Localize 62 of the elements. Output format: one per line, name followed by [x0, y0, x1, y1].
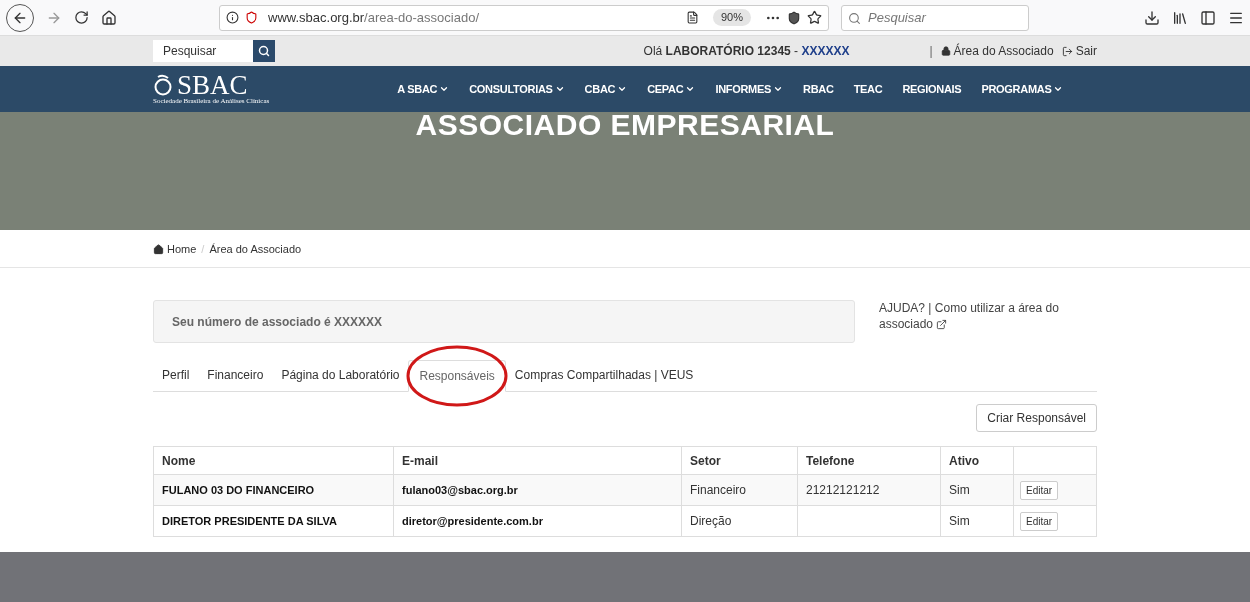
nav-link[interactable]: INFORMES: [715, 80, 784, 98]
tab[interactable]: Compras Compartilhadas | VEUS: [505, 359, 703, 391]
table-cell: FULANO 03 DO FINANCEIRO: [162, 484, 315, 496]
nav-link[interactable]: A SBAC: [397, 80, 450, 98]
nav-link[interactable]: CEPAC: [647, 80, 696, 98]
table-cell: diretor@presidente.com.br: [402, 515, 543, 527]
breadcrumb-separator: /: [201, 242, 205, 258]
column-header: Setor: [681, 446, 798, 475]
breadcrumb-link[interactable]: Área do Associado: [209, 241, 302, 258]
browser-search-field[interactable]: Pesquisar: [841, 4, 1029, 31]
breadcrumb-link[interactable]: Home: [153, 241, 197, 258]
home-icon: [153, 244, 164, 255]
nav-link[interactable]: CONSULTORIAS: [469, 80, 565, 98]
reload-icon[interactable]: [74, 10, 89, 25]
logout-icon: [1061, 45, 1073, 57]
table-cell: Financeiro: [690, 483, 747, 497]
home-icon[interactable]: [101, 9, 117, 26]
column-header: Telefone: [797, 446, 941, 475]
reader-icon[interactable]: [685, 11, 699, 24]
column-header: Ativo: [940, 446, 1014, 475]
table-cell: fulano03@sbac.org.br: [402, 484, 518, 496]
tab[interactable]: Página do Laboratório: [272, 359, 409, 391]
edit-button[interactable]: Editar: [1020, 480, 1059, 500]
search-icon: [848, 11, 861, 25]
star-icon[interactable]: [807, 10, 822, 25]
table-cell: Direção: [690, 514, 732, 528]
member-number-notice: Seu número de associado é XXXXXX: [153, 300, 855, 343]
download-icon[interactable]: [1144, 9, 1160, 26]
nav-link[interactable]: TEAC: [853, 80, 883, 98]
nav-link[interactable]: PROGRAMAS: [981, 80, 1064, 98]
table-cell: 21212121212: [806, 483, 880, 497]
library-icon[interactable]: [1172, 9, 1188, 26]
separator-text: |: [929, 43, 933, 60]
column-header: Nome: [153, 446, 394, 475]
link-text: Sair: [1075, 43, 1097, 60]
logout-link[interactable]: Sair: [1061, 42, 1097, 60]
nav-link[interactable]: REGIONAIS: [902, 80, 962, 98]
column-header: E-mail: [393, 446, 682, 475]
sidebar-icon[interactable]: [1200, 9, 1216, 26]
zoom-level[interactable]: 90%: [712, 9, 751, 26]
nav-link[interactable]: RBAC: [803, 80, 834, 98]
link-text: Home: [167, 242, 197, 258]
table-cell: Sim: [949, 514, 970, 528]
hero-title: ASSOCIADO EMPRESARIAL: [415, 112, 835, 143]
tab[interactable]: Perfil: [153, 359, 199, 391]
help-link[interactable]: AJUDA? | Como utilizar a área do associado: [879, 300, 1079, 332]
table-cell: Sim: [949, 483, 970, 497]
search-icon: [258, 45, 270, 57]
external-link-icon: [936, 319, 948, 331]
table-cell: DIRETOR PRESIDENTE DA SILVA: [162, 515, 337, 527]
create-responsible-button[interactable]: Criar Responsável: [976, 404, 1097, 432]
url-bar[interactable]: www.sbac.org.br/area-do-associado/ 90%: [219, 4, 829, 31]
tab[interactable]: Responsáveis: [408, 360, 506, 392]
tab[interactable]: Financeiro: [198, 359, 273, 391]
greeting-text: Olá LABORATÓRIO 12345 - XXXXXX: [643, 42, 850, 60]
nav-link[interactable]: CBAC: [584, 80, 628, 98]
url-text: www.sbac.org.br/area-do-associado/: [268, 8, 479, 27]
edit-button[interactable]: Editar: [1020, 511, 1059, 531]
info-icon[interactable]: [226, 11, 239, 24]
search-button[interactable]: [253, 40, 275, 62]
site-search-field[interactable]: Pesquisar: [153, 40, 253, 62]
shield-icon[interactable]: [245, 11, 258, 24]
